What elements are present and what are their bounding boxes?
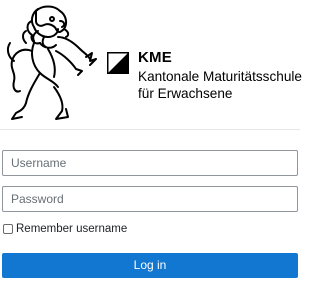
school-name: Kantonale Maturitätsschule für Erwachsen… [138,69,302,102]
zurich-lion-icon [6,5,97,120]
login-button[interactable]: Log in [2,253,298,278]
username-input[interactable] [2,150,298,176]
school-name-line-2: für Erwachsene [138,85,233,101]
school-logo: KME Kantonale Maturitätsschule für Erwac… [0,0,302,128]
divider [0,129,300,130]
remember-username-checkbox[interactable] [3,224,13,234]
login-page: KME Kantonale Maturitätsschule für Erwac… [0,0,302,282]
remember-username-label[interactable]: Remember username [16,222,127,236]
remember-username-row[interactable]: Remember username [2,222,127,236]
school-abbreviation: KME [138,49,172,66]
school-name-line-1: Kantonale Maturitätsschule [138,69,302,84]
zurich-flag-icon [107,52,129,74]
password-input[interactable] [2,186,298,212]
